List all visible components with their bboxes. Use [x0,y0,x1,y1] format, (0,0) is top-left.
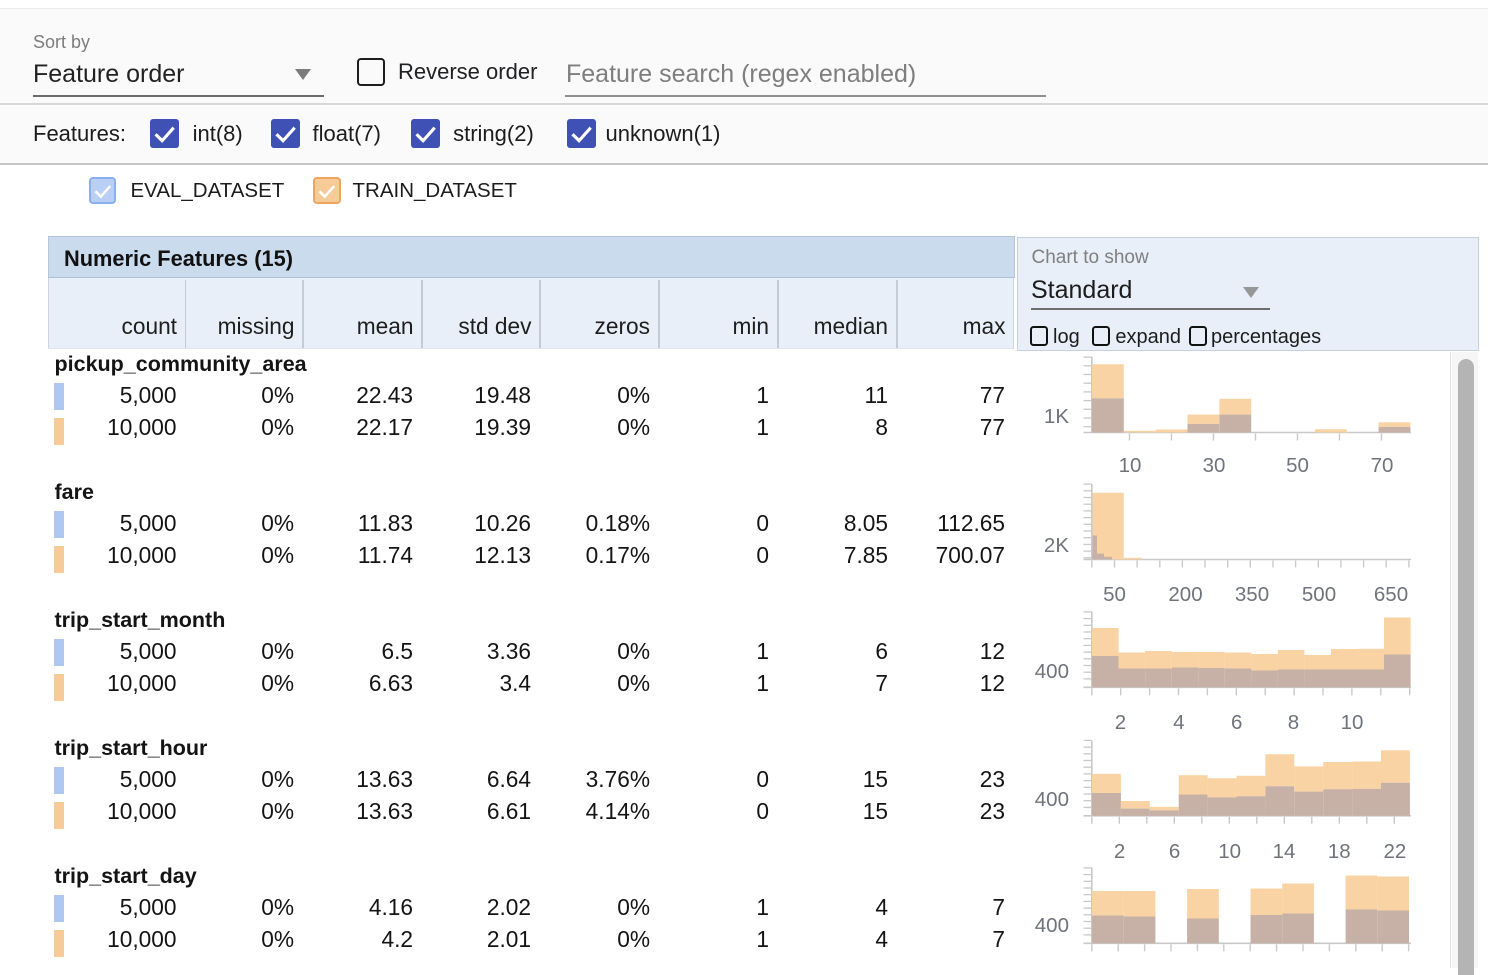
svg-text:8: 8 [1288,711,1299,734]
svg-text:200: 200 [1168,583,1202,606]
svg-text:400: 400 [1035,660,1069,683]
svg-text:22: 22 [1383,840,1406,863]
svg-text:10: 10 [1119,454,1142,477]
svg-text:500: 500 [1302,583,1336,606]
svg-text:400: 400 [1035,788,1069,811]
svg-text:70: 70 [1371,454,1394,477]
svg-text:1K: 1K [1044,405,1069,428]
svg-text:30: 30 [1203,454,1226,477]
svg-text:6: 6 [1169,840,1180,863]
svg-text:10: 10 [1341,711,1364,734]
svg-text:50: 50 [1103,583,1126,606]
svg-text:2: 2 [1115,711,1126,734]
svg-text:14: 14 [1273,840,1296,863]
svg-text:400: 400 [1035,914,1069,937]
svg-text:2K: 2K [1044,534,1069,557]
svg-text:350: 350 [1235,583,1269,606]
svg-text:2: 2 [1114,840,1125,863]
svg-text:4: 4 [1173,711,1184,734]
svg-text:18: 18 [1328,840,1351,863]
svg-text:6: 6 [1231,711,1242,734]
svg-text:10: 10 [1218,840,1241,863]
svg-text:50: 50 [1286,454,1309,477]
svg-text:650: 650 [1374,583,1408,606]
